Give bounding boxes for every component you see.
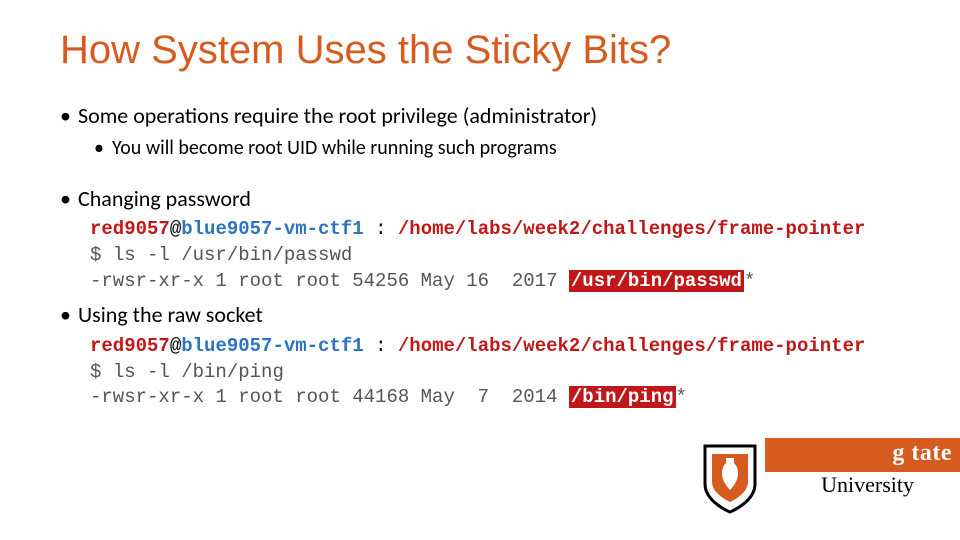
- bullet-1-text: Some operations require the root privile…: [78, 102, 597, 129]
- term1-out-pre: -rwsr-xr-x 1 root root 54256 May 16 2017: [90, 270, 569, 292]
- term1-prompt: $: [90, 244, 113, 266]
- brand-text-top: g tate: [892, 440, 952, 467]
- term1-user: red9057: [90, 218, 170, 240]
- brand-line2: University: [821, 472, 914, 498]
- term1-host: blue9057-vm-ctf1: [181, 218, 363, 240]
- bullet-1a-text: You will become root UID while running s…: [112, 136, 557, 160]
- bullet-3-text: Using the raw socket: [78, 301, 263, 328]
- term1-out-post: *: [744, 270, 755, 292]
- term1-sep: :: [364, 218, 398, 240]
- bullet-2-text: Changing password: [78, 185, 251, 212]
- term2-at: @: [170, 335, 181, 357]
- term1-cmd: ls -l /usr/bin/passwd: [113, 244, 352, 266]
- term1-cwd: /home/labs/week2/challenges/frame-pointe…: [398, 218, 865, 240]
- term2-out-pre: -rwsr-xr-x 1 root root 44168 May 7 2014: [90, 386, 569, 408]
- term2-cwd: /home/labs/week2/challenges/frame-pointe…: [398, 335, 865, 357]
- slide-title: How System Uses the Sticky Bits?: [60, 28, 912, 73]
- bullet-3: •Using the raw socket: [60, 300, 912, 330]
- shield-icon: [700, 444, 760, 514]
- bullet-list: •Some operations require the root privil…: [60, 101, 912, 411]
- term2-sep: :: [364, 335, 398, 357]
- term1-out-hl: /usr/bin/passwd: [569, 270, 744, 292]
- slide: How System Uses the Sticky Bits? •Some o…: [0, 0, 960, 540]
- term2-out-hl: /bin/ping: [569, 386, 676, 408]
- term2-cmd: ls -l /bin/ping: [113, 361, 284, 383]
- term2-out-post: *: [676, 386, 687, 408]
- university-logo: g tate University: [660, 438, 960, 518]
- term2-user: red9057: [90, 335, 170, 357]
- term2-prompt: $: [90, 361, 113, 383]
- terminal-block-2: red9057@blue9057-vm-ctf1 : /home/labs/we…: [90, 334, 912, 411]
- term2-host: blue9057-vm-ctf1: [181, 335, 363, 357]
- bullet-2: •Changing password: [60, 184, 912, 214]
- brand-line1: g tate: [892, 440, 952, 466]
- bullet-1: •Some operations require the root privil…: [60, 101, 912, 131]
- bullet-1a: •You will become root UID while running …: [94, 135, 912, 162]
- terminal-block-1: red9057@blue9057-vm-ctf1 : /home/labs/we…: [90, 217, 912, 294]
- term1-at: @: [170, 218, 181, 240]
